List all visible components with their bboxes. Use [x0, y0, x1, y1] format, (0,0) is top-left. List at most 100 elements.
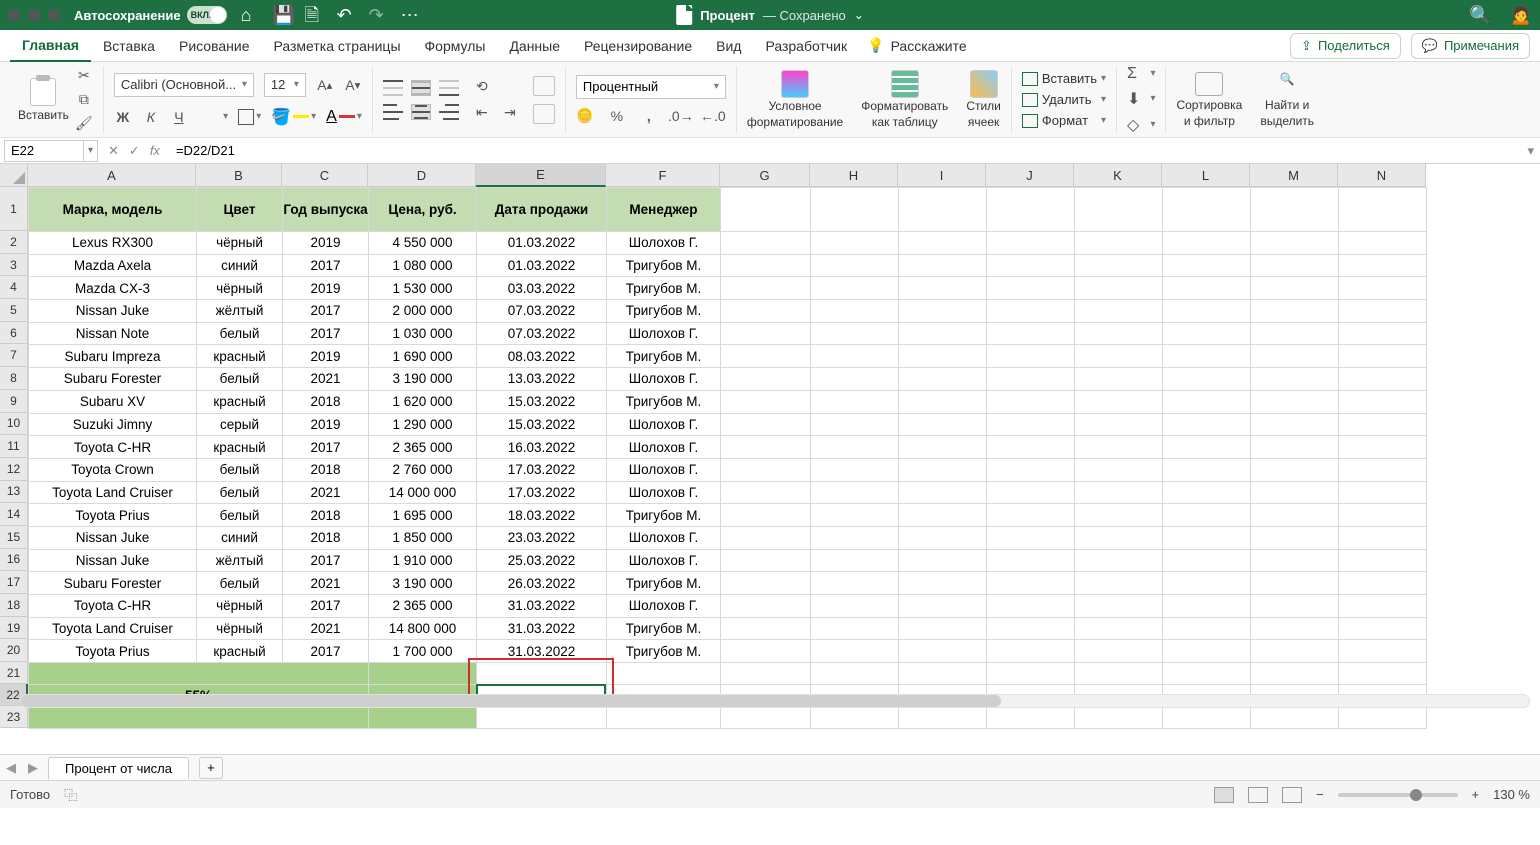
- tab-Вставка[interactable]: Вставка: [91, 30, 167, 62]
- spreadsheet-area[interactable]: ABCDEFGHIJKLMN 1234567891011121314151617…: [0, 164, 1540, 754]
- close-window-icon[interactable]: [8, 9, 20, 21]
- increase-indent-icon[interactable]: ⇥: [501, 104, 519, 122]
- format-as-table-button[interactable]: Форматировать как таблицу: [861, 70, 948, 128]
- zoom-level[interactable]: 130 %: [1493, 787, 1530, 802]
- row-header-6[interactable]: 6: [0, 322, 28, 345]
- tab-Данные[interactable]: Данные: [497, 30, 572, 62]
- row-header-7[interactable]: 7: [0, 344, 28, 367]
- row-header-9[interactable]: 9: [0, 390, 28, 413]
- row-headers[interactable]: 1234567891011121314151617181920212223: [0, 187, 28, 728]
- row-header-18[interactable]: 18: [0, 594, 28, 617]
- zoom-slider[interactable]: [1338, 793, 1458, 797]
- chevron-down-icon[interactable]: ⌄: [854, 9, 864, 21]
- cell-styles-button[interactable]: Стили ячеек: [966, 70, 1001, 128]
- format-cells-button[interactable]: Формат▾: [1022, 113, 1106, 128]
- row-header-23[interactable]: 23: [0, 706, 28, 728]
- more-icon[interactable]: ⋯: [401, 6, 419, 24]
- add-sheet-button[interactable]: +: [199, 757, 223, 779]
- share-button[interactable]: ⇪ Поделиться: [1290, 33, 1401, 59]
- row-header-11[interactable]: 11: [0, 435, 28, 458]
- page-break-view-icon[interactable]: [1282, 787, 1302, 803]
- formula-input[interactable]: =D22/D21: [170, 143, 1522, 158]
- normal-view-icon[interactable]: [1214, 787, 1234, 803]
- redo-icon[interactable]: ↷: [369, 6, 387, 24]
- zoom-in-icon[interactable]: +: [1472, 787, 1480, 802]
- save-check-icon[interactable]: 🗎: [305, 6, 323, 24]
- col-header-A[interactable]: A: [28, 164, 196, 187]
- format-painter-icon[interactable]: 🖌: [75, 115, 93, 133]
- row-header-16[interactable]: 16: [0, 549, 28, 572]
- decrease-font-icon[interactable]: A▾: [344, 76, 362, 94]
- clear-button[interactable]: ◇▾: [1127, 115, 1155, 135]
- col-header-C[interactable]: C: [282, 164, 368, 187]
- row-header-17[interactable]: 17: [0, 571, 28, 594]
- home-icon[interactable]: ⌂: [241, 6, 259, 24]
- fx-icon[interactable]: fx: [150, 143, 160, 159]
- select-all-corner[interactable]: [0, 164, 28, 187]
- underline-button[interactable]: Ч: [170, 108, 188, 126]
- wrap-text-button[interactable]: [533, 76, 555, 96]
- number-format-select[interactable]: Процентный▾: [576, 75, 726, 99]
- find-select-button[interactable]: 🔍 Найти и выделить: [1260, 72, 1314, 128]
- next-sheet-icon[interactable]: ▶: [24, 759, 42, 777]
- increase-decimal-icon[interactable]: .0→: [672, 107, 690, 125]
- row-header-13[interactable]: 13: [0, 481, 28, 504]
- increase-font-icon[interactable]: A▴: [316, 76, 334, 94]
- cut-icon[interactable]: ✂: [75, 67, 93, 85]
- merge-cells-button[interactable]: [533, 104, 555, 124]
- search-icon[interactable]: 🔍: [1469, 6, 1491, 24]
- tab-Разработчик[interactable]: Разработчик: [753, 30, 859, 62]
- col-header-D[interactable]: D: [368, 164, 476, 187]
- cell-grid[interactable]: Марка, модельЦветГод выпускаЦена, руб.Да…: [28, 187, 1427, 729]
- vertical-align[interactable]: [383, 80, 459, 96]
- fill-button[interactable]: ⬇▾: [1127, 89, 1155, 109]
- name-box-dropdown[interactable]: ▾: [84, 140, 98, 162]
- column-headers[interactable]: ABCDEFGHIJKLMN: [28, 164, 1426, 187]
- tab-Рецензирование[interactable]: Рецензирование: [572, 30, 704, 62]
- tab-Вид[interactable]: Вид: [704, 30, 753, 62]
- decrease-decimal-icon[interactable]: ←.0: [704, 107, 722, 125]
- col-header-J[interactable]: J: [986, 164, 1074, 187]
- row-header-20[interactable]: 20: [0, 639, 28, 662]
- col-header-G[interactable]: G: [720, 164, 810, 187]
- accept-formula-icon[interactable]: ✓: [129, 143, 140, 159]
- bold-button[interactable]: Ж: [114, 108, 132, 126]
- borders-button[interactable]: ▾: [238, 109, 261, 125]
- row-header-4[interactable]: 4: [0, 276, 28, 299]
- zoom-out-icon[interactable]: −: [1316, 787, 1324, 802]
- row-header-14[interactable]: 14: [0, 503, 28, 526]
- autosum-button[interactable]: Σ▾: [1127, 65, 1155, 83]
- row-header-10[interactable]: 10: [0, 413, 28, 436]
- col-header-K[interactable]: K: [1074, 164, 1162, 187]
- insert-cells-button[interactable]: Вставить▾: [1022, 71, 1106, 86]
- row-header-2[interactable]: 2: [0, 231, 28, 254]
- col-header-N[interactable]: N: [1338, 164, 1426, 187]
- decrease-indent-icon[interactable]: ⇤: [473, 104, 491, 122]
- comma-icon[interactable]: ,: [640, 107, 658, 125]
- expand-formula-bar-icon[interactable]: ▾: [1521, 143, 1540, 159]
- autosave-toggle[interactable]: Автосохранение ВКЛ.: [74, 6, 227, 24]
- row-header-12[interactable]: 12: [0, 458, 28, 481]
- fill-color-button[interactable]: 🪣▾: [271, 107, 316, 127]
- row-header-19[interactable]: 19: [0, 617, 28, 640]
- row-header-5[interactable]: 5: [0, 299, 28, 322]
- col-header-I[interactable]: I: [898, 164, 986, 187]
- delete-cells-button[interactable]: Удалить▾: [1022, 92, 1106, 107]
- name-box[interactable]: E22: [4, 140, 84, 162]
- row-header-8[interactable]: 8: [0, 367, 28, 390]
- tell-me[interactable]: 💡 Расскажите: [867, 37, 967, 54]
- currency-icon[interactable]: 🪙: [576, 107, 594, 125]
- tab-Главная[interactable]: Главная: [10, 30, 91, 62]
- row-header-21[interactable]: 21: [0, 662, 28, 684]
- minimize-window-icon[interactable]: [28, 9, 40, 21]
- col-header-B[interactable]: B: [196, 164, 282, 187]
- comments-button[interactable]: 💬 Примечания: [1411, 33, 1530, 59]
- sort-filter-button[interactable]: Сортировка и фильтр: [1176, 72, 1242, 128]
- accessibility-icon[interactable]: ⿻: [64, 785, 77, 804]
- col-header-L[interactable]: L: [1162, 164, 1250, 187]
- copy-icon[interactable]: ⧉: [75, 91, 93, 109]
- col-header-E[interactable]: E: [476, 164, 606, 187]
- percent-icon[interactable]: %: [608, 107, 626, 125]
- row-header-3[interactable]: 3: [0, 254, 28, 277]
- save-icon[interactable]: 💾: [273, 6, 291, 24]
